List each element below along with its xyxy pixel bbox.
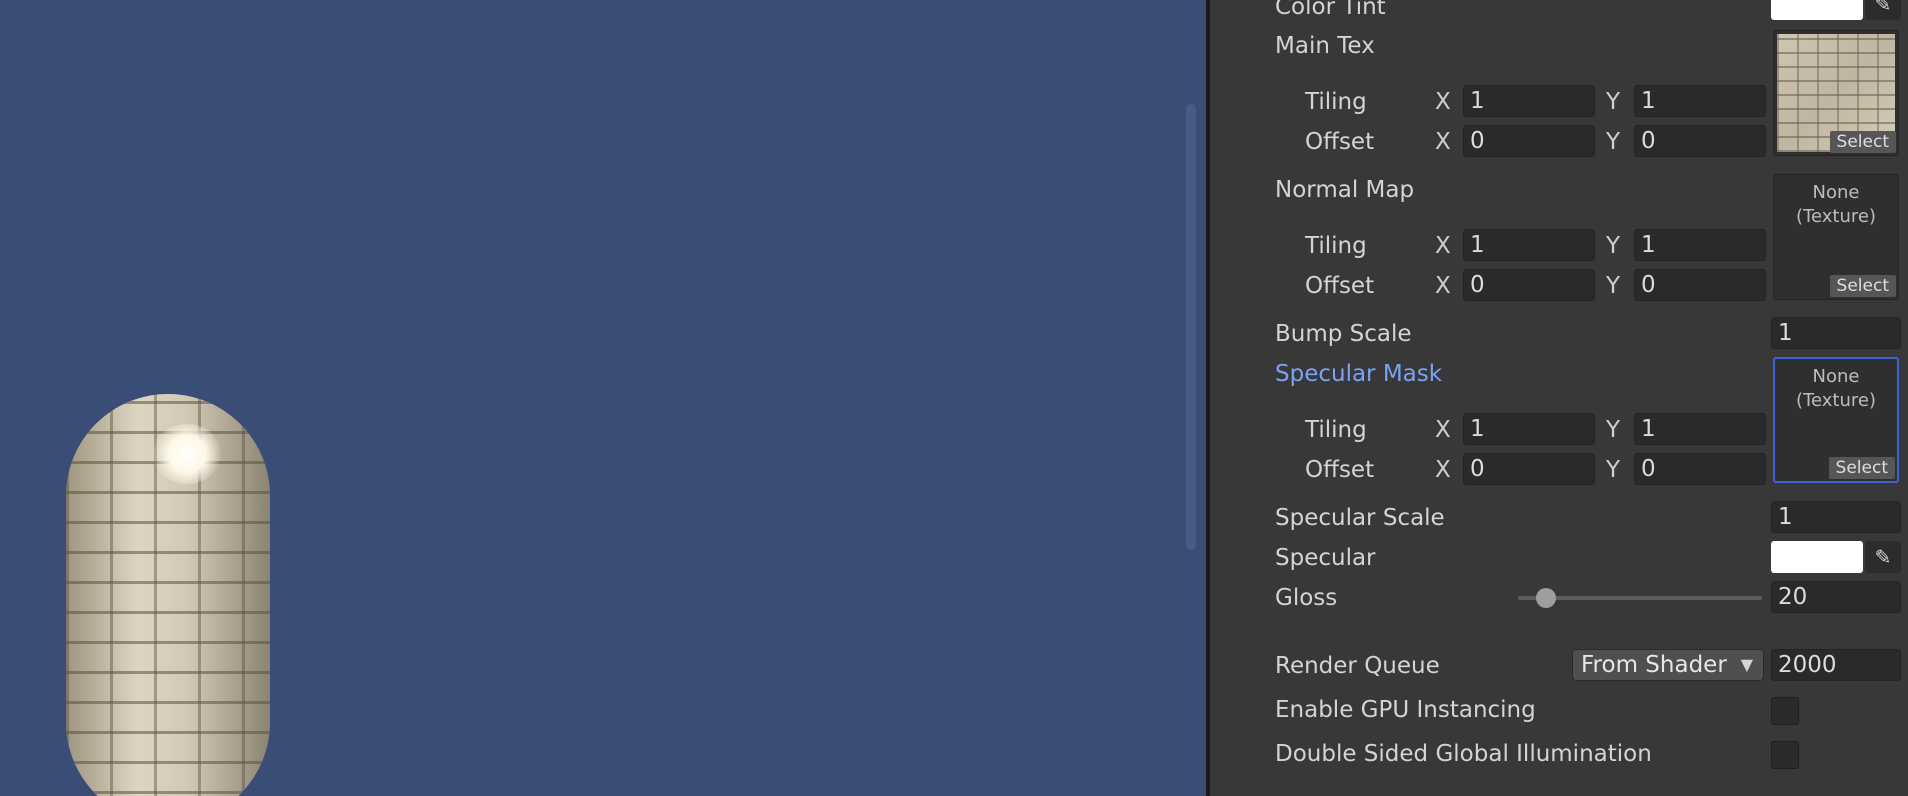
main-tex-offset-y-label: Y (1606, 129, 1621, 155)
main-tex-label: Main Tex (1275, 33, 1375, 59)
normal-map-select-button[interactable]: Select (1829, 275, 1896, 297)
specular-mask-offset-label: Offset (1305, 457, 1375, 483)
normal-map-tiling-label: Tiling (1305, 233, 1367, 259)
normal-map-offset-y-label: Y (1606, 273, 1621, 299)
specular-mask-offset-x-field[interactable]: 0 (1463, 453, 1595, 485)
specular-mask-offset-x-label: X (1435, 457, 1451, 483)
render-queue-label: Render Queue (1275, 653, 1440, 679)
main-tex-tiling-x-field[interactable]: 1 (1463, 85, 1595, 117)
normal-map-none-text: None (Texture) (1796, 182, 1876, 227)
viewport-scrollbar[interactable] (1186, 104, 1196, 550)
main-tex-offset-label: Offset (1305, 129, 1375, 155)
normal-map-label: Normal Map (1275, 177, 1415, 203)
main-tex-offset-y-field[interactable]: 0 (1634, 125, 1766, 157)
material-inspector: Color Tint ✎ Main Tex Tiling X 1 Y 1 Off… (1210, 0, 1908, 796)
double-sided-gi-label: Double Sided Global Illumination (1275, 741, 1652, 767)
color-tint-swatch[interactable] (1771, 0, 1863, 20)
specular-mask-select-button[interactable]: Select (1828, 457, 1895, 479)
normal-map-slot[interactable]: None (Texture) Select (1773, 174, 1899, 300)
normal-map-offset-x-field[interactable]: 0 (1463, 269, 1595, 301)
normal-map-offset-x-label: X (1435, 273, 1451, 299)
gloss-label: Gloss (1275, 585, 1338, 611)
gloss-slider-thumb[interactable] (1535, 588, 1556, 608)
specular-mask-offset-y-label: Y (1606, 457, 1621, 483)
main-tex-tiling-x-label: X (1435, 89, 1451, 115)
scene-viewport[interactable] (0, 0, 1206, 796)
normal-map-offset-label: Offset (1305, 273, 1375, 299)
specular-mask-tiling-y-field[interactable]: 1 (1634, 413, 1766, 445)
bump-scale-field[interactable]: 1 (1771, 317, 1901, 349)
main-tex-tiling-y-field[interactable]: 1 (1634, 85, 1766, 117)
double-sided-gi-checkbox[interactable] (1771, 741, 1799, 769)
render-queue-field[interactable]: 2000 (1771, 649, 1901, 681)
specular-color-swatch[interactable] (1771, 541, 1863, 573)
specular-mask-slot[interactable]: None (Texture) Select (1773, 357, 1899, 483)
specular-highlight (152, 424, 222, 484)
specular-mask-tiling-x-field[interactable]: 1 (1463, 413, 1595, 445)
main-tex-offset-x-field[interactable]: 0 (1463, 125, 1595, 157)
normal-map-tiling-x-label: X (1435, 233, 1451, 259)
chevron-down-icon: ▼ (1740, 655, 1753, 674)
eyedropper-icon[interactable]: ✎ (1865, 541, 1901, 573)
specular-mask-none-text: None (Texture) (1796, 366, 1876, 411)
stone-capsule-object[interactable] (66, 394, 270, 796)
normal-map-tiling-y-label: Y (1606, 233, 1621, 259)
normal-map-tiling-x-field[interactable]: 1 (1463, 229, 1595, 261)
gpu-instancing-checkbox[interactable] (1771, 697, 1799, 725)
main-tex-tiling-y-label: Y (1606, 89, 1621, 115)
gloss-field[interactable]: 20 (1771, 581, 1901, 613)
render-queue-dropdown-value: From Shader (1581, 652, 1727, 678)
specular-mask-tiling-y-label: Y (1606, 417, 1621, 443)
specular-scale-label: Specular Scale (1275, 505, 1445, 531)
specular-mask-label: Specular Mask (1275, 361, 1443, 387)
specular-mask-tiling-x-label: X (1435, 417, 1451, 443)
main-tex-select-button[interactable]: Select (1829, 131, 1896, 153)
specular-mask-tiling-label: Tiling (1305, 417, 1367, 443)
color-tint-label: Color Tint (1275, 0, 1386, 20)
main-tex-slot[interactable]: Select (1773, 30, 1899, 156)
main-tex-tiling-label: Tiling (1305, 89, 1367, 115)
specular-label: Specular (1275, 545, 1376, 571)
normal-map-offset-y-field[interactable]: 0 (1634, 269, 1766, 301)
specular-mask-offset-y-field[interactable]: 0 (1634, 453, 1766, 485)
eyedropper-icon[interactable]: ✎ (1865, 0, 1901, 20)
normal-map-tiling-y-field[interactable]: 1 (1634, 229, 1766, 261)
main-tex-offset-x-label: X (1435, 129, 1451, 155)
specular-scale-field[interactable]: 1 (1771, 501, 1901, 533)
gpu-instancing-label: Enable GPU Instancing (1275, 697, 1536, 723)
render-queue-dropdown[interactable]: From Shader ▼ (1572, 649, 1764, 681)
bump-scale-label: Bump Scale (1275, 321, 1412, 347)
